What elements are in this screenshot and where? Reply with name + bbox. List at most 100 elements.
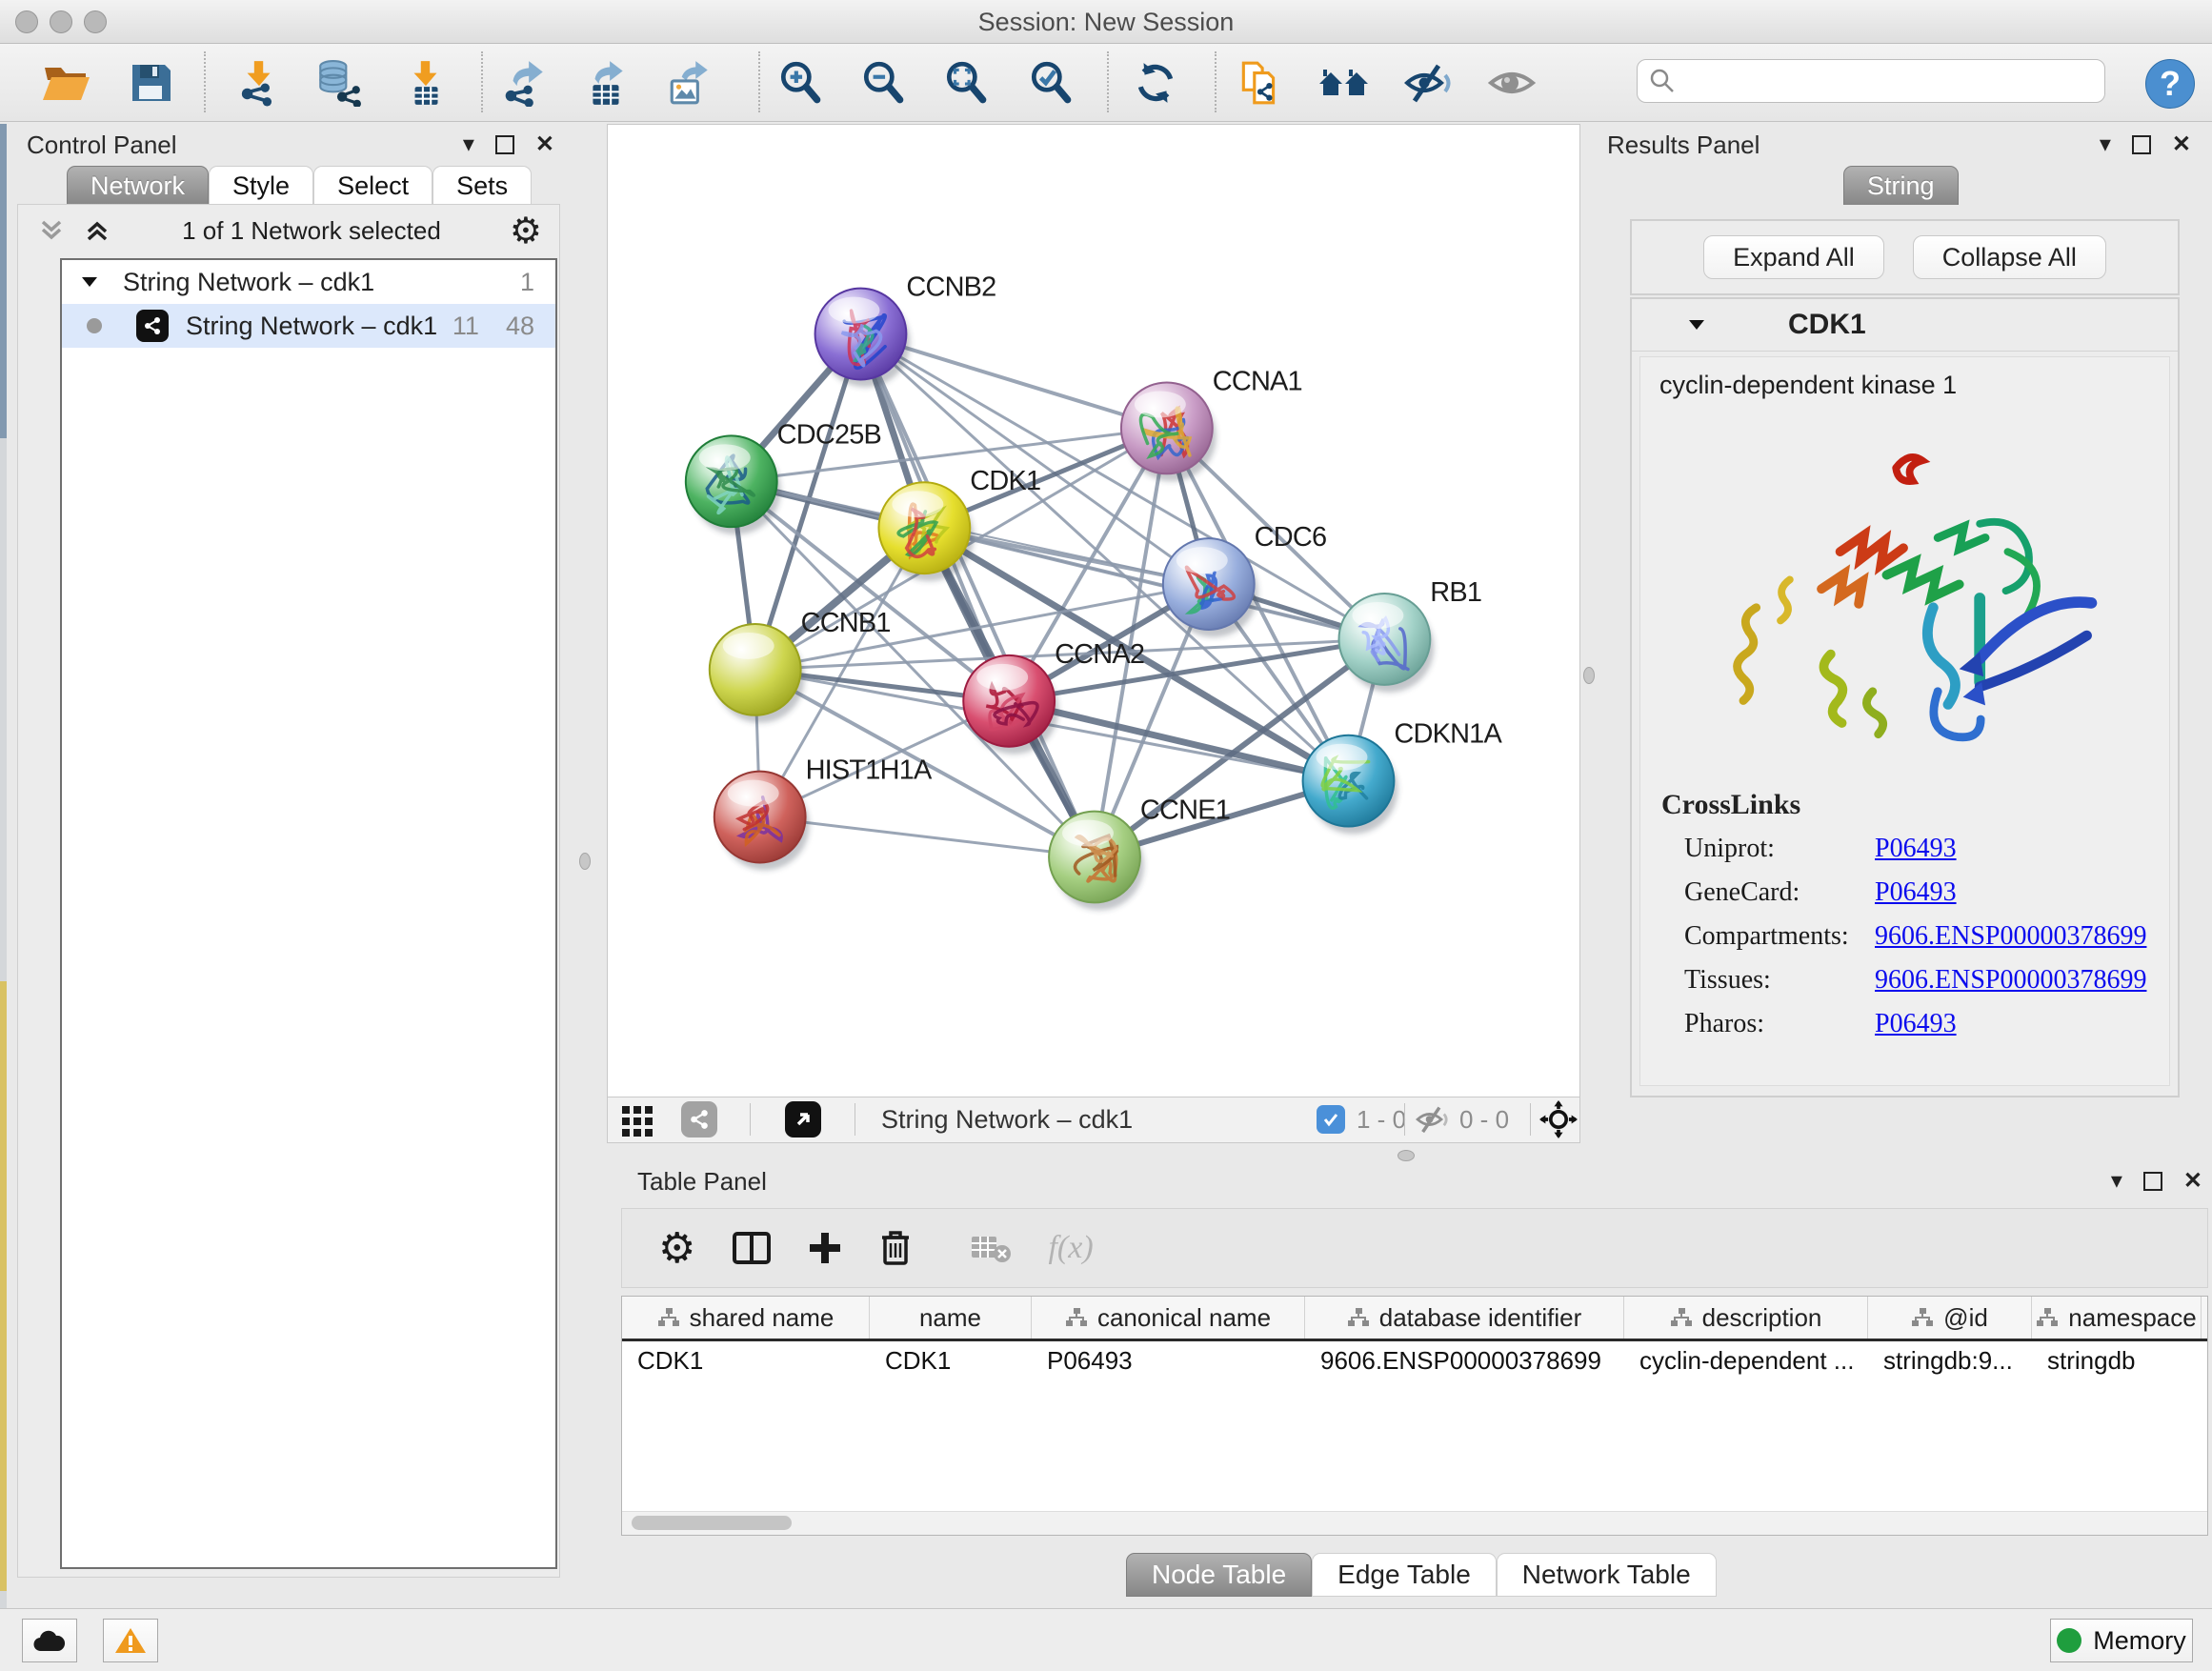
crosslink-link[interactable]: P06493: [1875, 834, 1957, 864]
crosslink-link[interactable]: 9606.ENSP00000378699: [1875, 965, 2146, 996]
tab-network-table[interactable]: Network Table: [1497, 1553, 1717, 1597]
import-network-file-button[interactable]: [231, 55, 286, 111]
expand-all-icon[interactable]: [81, 216, 113, 245]
apply-layout-button[interactable]: [1128, 55, 1183, 111]
help-button[interactable]: ?: [2145, 59, 2195, 109]
column-header-namespace[interactable]: namespace: [2032, 1297, 2202, 1339]
tab-sets[interactable]: Sets: [432, 166, 532, 205]
panel-float-icon[interactable]: [2132, 135, 2151, 154]
column-header-database-identifier[interactable]: database identifier: [1305, 1297, 1624, 1339]
column-header-description[interactable]: description: [1624, 1297, 1868, 1339]
export-image-button[interactable]: [662, 55, 717, 111]
node-CCNB2[interactable]: CCNB2: [815, 272, 996, 388]
table-cell[interactable]: stringdb:9...: [1868, 1341, 2032, 1379]
network-canvas[interactable]: CCNB2CCNA1CDC25BCDK1CDC6RB1CCNB1CCNA2CDK…: [607, 124, 1580, 1097]
table-row[interactable]: CDK1CDK1P064939606.ENSP00000378699cyclin…: [622, 1341, 2207, 1379]
node-CCNA1[interactable]: CCNA1: [1121, 366, 1302, 481]
column-header-name[interactable]: name: [870, 1297, 1032, 1339]
import-table-file-button[interactable]: [398, 55, 453, 111]
zoom-fit-button[interactable]: [938, 55, 994, 111]
panel-float-icon[interactable]: [495, 135, 514, 154]
left-splitter-handle[interactable]: [579, 853, 591, 870]
panel-float-icon[interactable]: [2143, 1172, 2162, 1191]
panel-close-icon[interactable]: ✕: [535, 133, 554, 156]
column-header-@id[interactable]: @id: [1868, 1297, 2032, 1339]
tab-edge-table[interactable]: Edge Table: [1312, 1553, 1497, 1597]
node-HIST1H1A[interactable]: HIST1H1A: [714, 755, 933, 871]
edge-CCNA2-CDKN1A[interactable]: [1009, 701, 1348, 781]
create-column-button[interactable]: [808, 1231, 842, 1265]
delete-column-button[interactable]: [878, 1229, 913, 1267]
show-all-button[interactable]: [1484, 55, 1539, 111]
table-cell[interactable]: stringdb: [2032, 1341, 2202, 1379]
tab-style[interactable]: Style: [209, 166, 313, 205]
show-grid-button[interactable]: [620, 1097, 654, 1141]
crosslink-row: Pharos:P06493: [1640, 1002, 2169, 1046]
eye-icon: [1487, 62, 1537, 104]
network-collection-row[interactable]: String Network – cdk1 1: [62, 260, 555, 304]
collection-count: 1: [520, 268, 534, 297]
panel-menu-icon[interactable]: ▾: [2111, 1170, 2122, 1193]
search-field[interactable]: [1637, 59, 2105, 103]
node-RB1[interactable]: RB1: [1338, 577, 1481, 693]
clone-network-button[interactable]: [1232, 55, 1287, 111]
column-header-shared-name[interactable]: shared name: [622, 1297, 870, 1339]
crosslink-link[interactable]: 9606.ENSP00000378699: [1875, 921, 2146, 952]
panel-menu-icon[interactable]: ▾: [463, 133, 474, 156]
table-options-gear-icon[interactable]: ⚙: [658, 1224, 695, 1273]
first-neighbors-button[interactable]: [1317, 55, 1372, 111]
network-row[interactable]: String Network – cdk1 11 48: [62, 304, 555, 348]
network-view-type-button[interactable]: [681, 1097, 717, 1141]
gene-section-header[interactable]: CDK1: [1632, 299, 2178, 352]
cloud-status-button[interactable]: [22, 1619, 77, 1662]
scrollbar-thumb[interactable]: [632, 1516, 792, 1530]
table-cell[interactable]: CDK1: [622, 1341, 870, 1379]
node-CDK1[interactable]: CDK1: [878, 466, 1040, 581]
show-columns-button[interactable]: [732, 1231, 772, 1265]
warnings-button[interactable]: [103, 1619, 158, 1662]
control-panel-header: Control Panel ▾ ✕: [13, 124, 564, 166]
panel-close-icon[interactable]: ✕: [2183, 1170, 2202, 1193]
birdseye-view-button[interactable]: [1539, 1097, 1578, 1141]
search-input[interactable]: [1676, 67, 2080, 95]
table-cell[interactable]: cyclin-dependent ...: [1624, 1341, 1868, 1379]
hidden-counter: 0 - 0: [1416, 1097, 1509, 1141]
zoom-out-button[interactable]: [855, 55, 911, 111]
panel-close-icon[interactable]: ✕: [2172, 133, 2191, 156]
network-node-count: 11: [452, 312, 479, 341]
network-graph[interactable]: CCNB2CCNA1CDC25BCDK1CDC6RB1CCNB1CCNA2CDK…: [608, 125, 1579, 1097]
table-cell[interactable]: 9606.ENSP00000378699: [1305, 1341, 1624, 1379]
network-view-title: String Network – cdk1: [881, 1105, 1133, 1135]
detach-view-button[interactable]: [785, 1097, 821, 1141]
export-table-button[interactable]: [579, 55, 634, 111]
edge-HIST1H1A-CCNE1[interactable]: [760, 817, 1095, 857]
expand-all-button[interactable]: Expand All: [1703, 235, 1884, 279]
zoom-selected-button[interactable]: [1023, 55, 1078, 111]
export-network-button[interactable]: [497, 55, 553, 111]
network-options-gear-icon[interactable]: ⚙: [510, 210, 542, 252]
table-cell[interactable]: CDK1: [870, 1341, 1032, 1379]
open-session-button[interactable]: [39, 55, 94, 111]
collection-expand-arrow-icon[interactable]: [79, 273, 100, 291]
tab-string[interactable]: String: [1843, 166, 1959, 205]
column-header-canonical-name[interactable]: canonical name: [1032, 1297, 1305, 1339]
memory-button[interactable]: Memory: [2050, 1619, 2193, 1662]
crosslink-link[interactable]: P06493: [1875, 1009, 1957, 1039]
collapse-all-button[interactable]: Collapse All: [1913, 235, 2106, 279]
collapse-all-icon[interactable]: [35, 216, 68, 245]
table-cell[interactable]: P06493: [1032, 1341, 1305, 1379]
crosslink-link[interactable]: P06493: [1875, 877, 1957, 908]
tab-select[interactable]: Select: [313, 166, 432, 205]
node-CDC25B[interactable]: CDC25B: [686, 419, 881, 534]
section-collapse-arrow-icon[interactable]: [1685, 316, 1708, 333]
panel-menu-icon[interactable]: ▾: [2100, 133, 2111, 156]
tab-node-table[interactable]: Node Table: [1126, 1553, 1312, 1597]
zoom-in-button[interactable]: [773, 55, 828, 111]
node-CDKN1A[interactable]: CDKN1A: [1303, 719, 1503, 835]
save-session-button[interactable]: [123, 55, 178, 111]
tab-network[interactable]: Network: [67, 166, 209, 205]
table-horizontal-scrollbar[interactable]: [622, 1511, 2207, 1535]
import-network-database-button[interactable]: [311, 55, 366, 111]
checkbox-icon[interactable]: [1317, 1105, 1345, 1134]
hide-selected-button[interactable]: [1401, 55, 1457, 111]
